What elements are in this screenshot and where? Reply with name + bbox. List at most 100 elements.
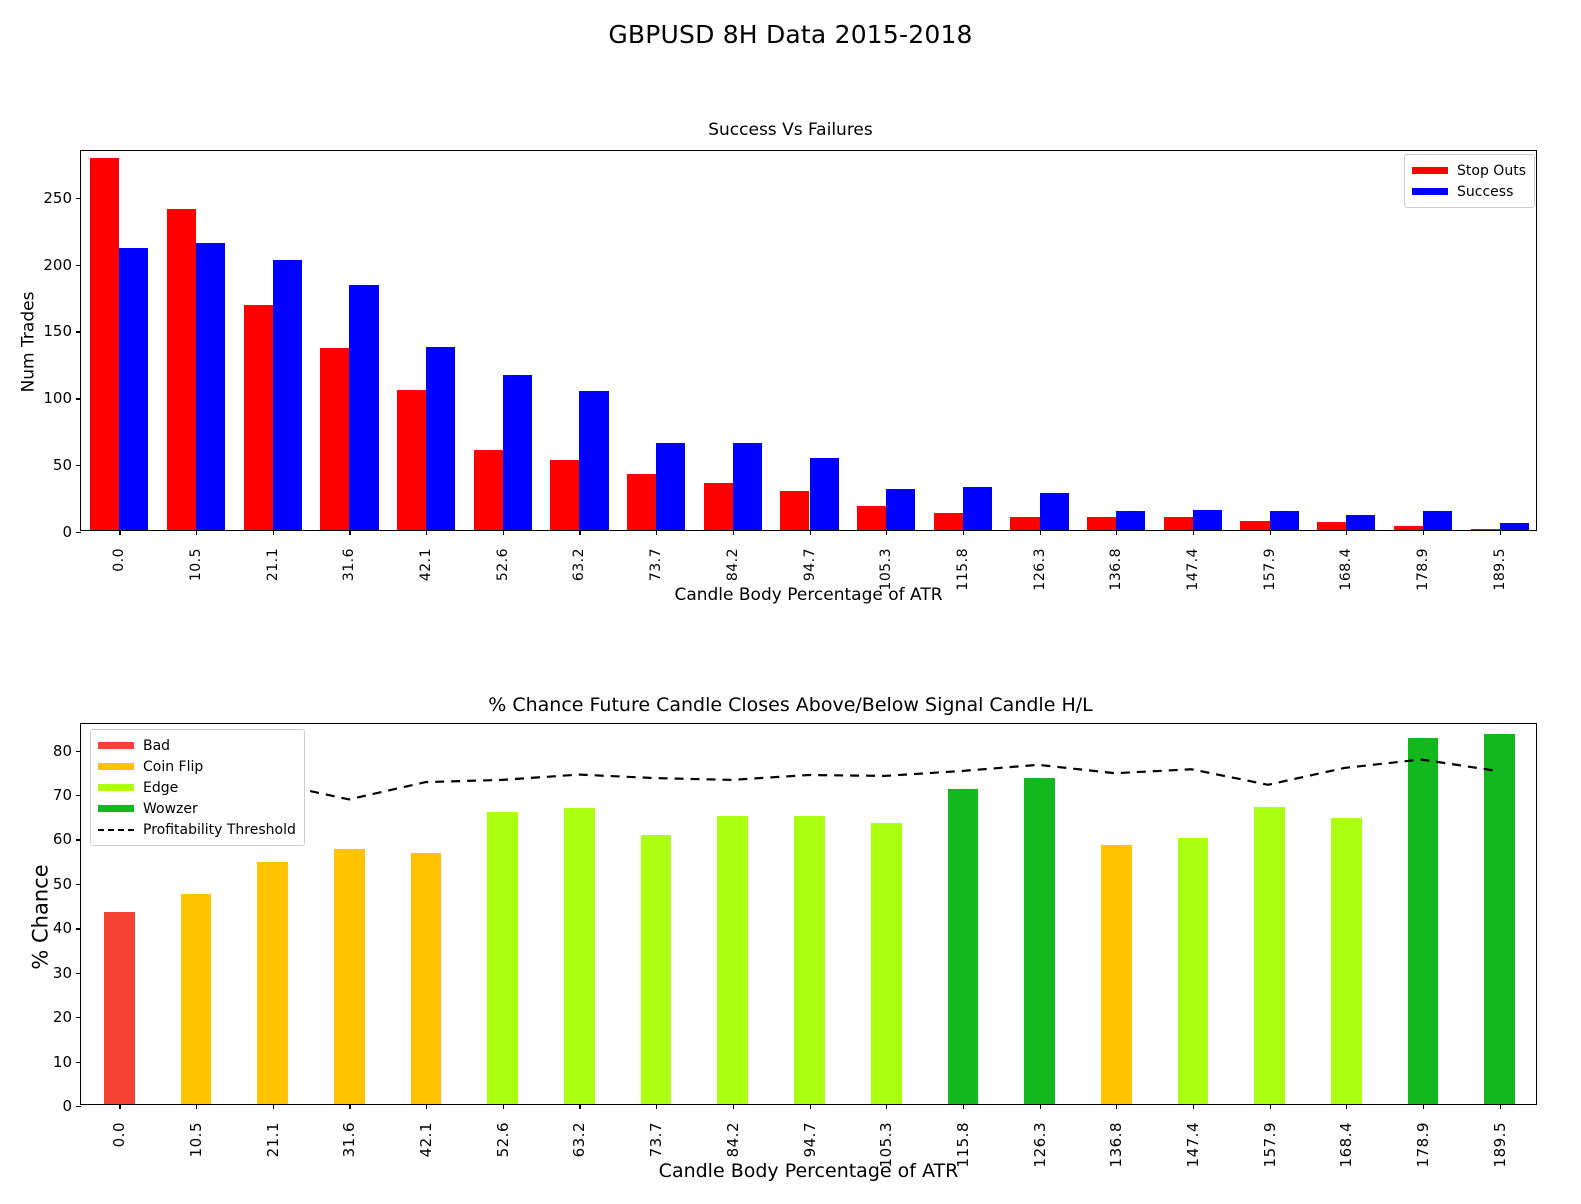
bar-success xyxy=(426,346,456,530)
legend-label: Edge xyxy=(143,779,179,796)
bar-stop-outs xyxy=(933,512,963,530)
bar-stop-outs xyxy=(626,473,657,530)
x-tick-mark xyxy=(1192,530,1195,535)
x-tick-label: 31.6 xyxy=(340,1122,359,1158)
chart1-legend: Stop Outs Success xyxy=(1404,154,1535,208)
y-tick-label: 0 xyxy=(62,1097,72,1115)
x-tick-mark xyxy=(349,1104,351,1109)
chart2-x-axis-label: Candle Body Percentage of ATR xyxy=(658,1160,959,1182)
legend-item[interactable]: Success xyxy=(1412,181,1526,202)
x-tick-mark xyxy=(1039,1104,1041,1109)
bar-stop-outs xyxy=(396,389,427,530)
bar-edge xyxy=(487,811,519,1104)
bar-success xyxy=(196,242,226,530)
y-tick-mark xyxy=(76,1061,81,1063)
x-tick-label: 42.1 xyxy=(418,548,435,582)
y-tick-mark xyxy=(76,883,81,886)
bar-edge xyxy=(1330,817,1362,1104)
x-tick-label: 94.7 xyxy=(801,548,818,582)
bar-coin-flip xyxy=(180,894,212,1104)
bar-wowzer xyxy=(947,788,979,1104)
bar-success xyxy=(502,374,532,530)
chart1-plot-area: 0 50 100 150 200 250 0.0 10.5 21.1 31.6 42.1 52.6 63… xyxy=(43,151,1536,591)
x-tick-mark xyxy=(656,530,658,535)
chart1-x-axis-label: Candle Body Percentage of ATR xyxy=(674,585,943,605)
bar-success xyxy=(119,247,149,530)
y-tick-label: 80 xyxy=(52,741,72,760)
legend-item[interactable]: Wowzer xyxy=(98,798,296,819)
x-tick-mark xyxy=(119,530,121,535)
bar-edge xyxy=(794,815,825,1104)
y-tick-mark xyxy=(76,1106,81,1108)
bar-coin-flip xyxy=(257,862,289,1104)
x-tick-mark xyxy=(1192,1104,1195,1109)
x-tick-mark xyxy=(426,1104,428,1109)
chart2-legend: Bad Coin Flip Edge Wowzer Profitability Thre… xyxy=(90,729,305,846)
bar-stop-outs xyxy=(1240,520,1270,530)
y-tick-label: 150 xyxy=(43,322,72,341)
x-tick-mark xyxy=(962,1104,965,1109)
y-tick-label: 0 xyxy=(62,523,72,541)
x-tick-label: 84.2 xyxy=(724,548,741,582)
bar-edge xyxy=(870,822,902,1104)
x-tick-label: 63.2 xyxy=(571,548,588,582)
x-tick-mark xyxy=(886,1104,888,1109)
x-tick-mark xyxy=(1116,1104,1118,1109)
y-tick-label: 200 xyxy=(43,255,72,274)
x-tick-mark xyxy=(732,530,734,535)
x-tick-mark xyxy=(1346,1104,1348,1109)
y-tick-mark xyxy=(76,1017,81,1019)
bar-stop-outs xyxy=(243,305,273,530)
x-tick-mark xyxy=(579,1104,581,1109)
bar-wowzer xyxy=(1407,737,1439,1104)
legend-item[interactable]: Edge xyxy=(98,777,296,798)
bar-success xyxy=(349,285,379,530)
y-tick-label: 60 xyxy=(52,830,72,849)
y-tick-label: 100 xyxy=(43,389,72,408)
y-tick-mark xyxy=(76,750,81,752)
y-tick-mark xyxy=(76,795,81,797)
x-tick-label: 10.5 xyxy=(188,548,205,582)
x-tick-mark xyxy=(502,1104,504,1109)
x-tick-mark xyxy=(502,530,504,535)
bar-edge xyxy=(1177,837,1209,1104)
x-tick-label: 10.5 xyxy=(187,1122,206,1158)
legend-swatch-profitability-threshold xyxy=(98,828,134,831)
x-tick-label: 52.6 xyxy=(493,1122,512,1158)
bar-success xyxy=(809,457,839,530)
y-tick-mark xyxy=(76,197,81,199)
bar-stop-outs xyxy=(857,505,887,530)
chart1-axes: 0 50 100 150 200 250 0.0 10.5 21.1 31.6 42.1 52.6 63… xyxy=(43,150,1537,591)
y-tick-label: 40 xyxy=(52,919,72,938)
legend-item[interactable]: Bad xyxy=(98,735,296,756)
x-tick-mark xyxy=(1116,530,1118,535)
x-tick-label: 52.6 xyxy=(494,548,511,582)
x-tick-mark xyxy=(272,530,274,535)
chart2-title: % Chance Future Candle Closes Above/Belo… xyxy=(488,694,1093,716)
bar-stop-outs xyxy=(1470,528,1500,530)
legend-swatch-success xyxy=(1412,188,1449,195)
bar-stop-outs xyxy=(1393,526,1423,530)
legend-item[interactable]: Profitability Threshold xyxy=(98,819,296,840)
bar-stop-outs xyxy=(1087,516,1117,530)
legend-item[interactable]: Coin Flip xyxy=(98,756,296,777)
legend-item[interactable]: Stop Outs xyxy=(1412,160,1526,181)
y-tick-mark xyxy=(76,465,81,467)
bar-edge xyxy=(717,815,749,1104)
bar-success xyxy=(656,443,686,530)
y-tick-label: 10 xyxy=(52,1052,72,1071)
bar-stop-outs xyxy=(1317,521,1347,530)
figure-title: GBPUSD 8H Data 2015-2018 xyxy=(608,20,973,49)
x-tick-mark xyxy=(196,1104,198,1109)
x-tick-mark xyxy=(886,530,888,535)
y-tick-mark xyxy=(76,972,81,974)
x-tick-mark xyxy=(349,530,351,535)
bar-edge xyxy=(564,807,595,1104)
legend-swatch-stop-outs xyxy=(1412,167,1449,174)
x-tick-mark xyxy=(579,530,581,535)
legend-label: Success xyxy=(1457,183,1514,200)
x-tick-mark xyxy=(1039,530,1041,535)
bar-success xyxy=(1422,511,1453,530)
x-tick-mark xyxy=(196,530,198,535)
bar-success xyxy=(1346,515,1376,530)
